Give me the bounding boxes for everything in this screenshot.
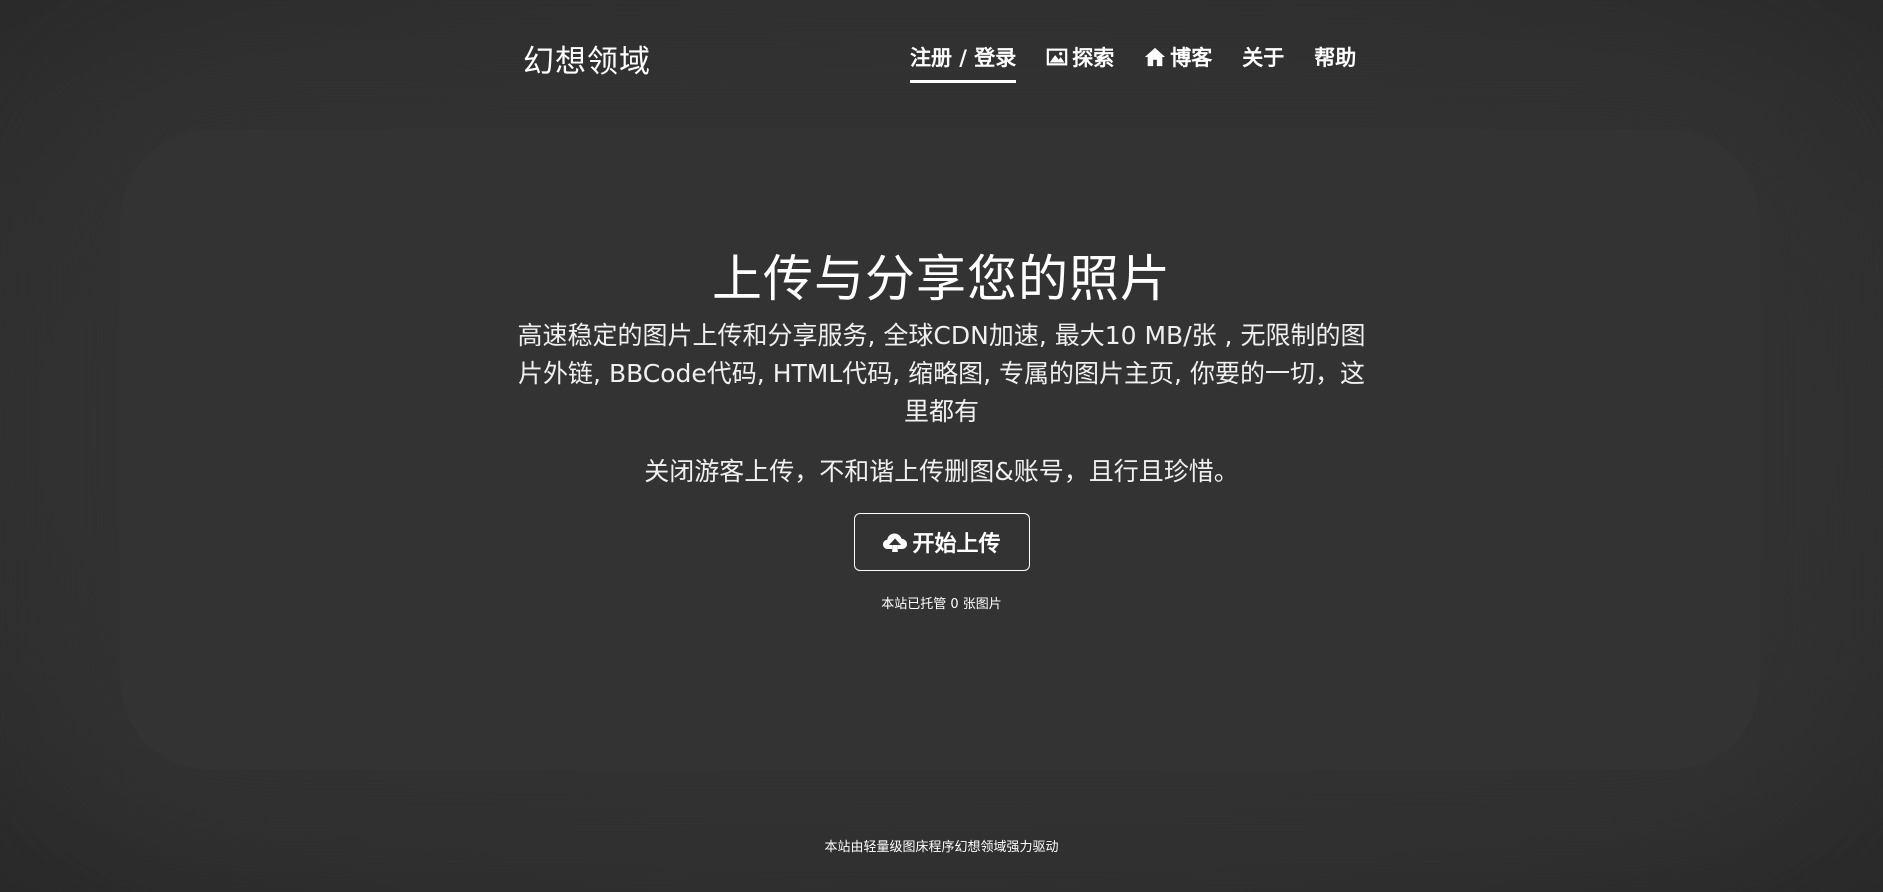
home-icon [1144, 46, 1166, 68]
top-navigation-bar: 幻想领域 注册 / 登录 探索 博客 关于 帮助 [0, 0, 1883, 100]
start-upload-label: 开始上传 [912, 531, 1001, 556]
nav-help-label: 帮助 [1314, 46, 1357, 70]
nav-blog[interactable]: 博客 [1144, 40, 1212, 74]
nav-about-label: 关于 [1242, 46, 1285, 70]
start-upload-button[interactable]: 开始上传 [853, 513, 1030, 571]
hero-description: 高速稳定的图片上传和分享服务, 全球CDN加速, 最大10 MB/张 , 无限制… [517, 321, 1366, 426]
main-nav: 注册 / 登录 探索 博客 关于 帮助 [910, 40, 1386, 83]
hosted-image-count: 本站已托管 0 张图片 [881, 597, 1002, 612]
nav-register-login-label: 注册 / 登录 [910, 46, 1017, 70]
nav-explore-label: 探索 [1072, 46, 1115, 70]
nav-help[interactable]: 帮助 [1314, 40, 1356, 74]
cloud-upload-icon [882, 529, 908, 555]
hero-notice: 关闭游客上传，不和谐上传删图&账号，且行且珍惜。 [644, 457, 1239, 486]
nav-register-login[interactable]: 注册 / 登录 [910, 40, 1017, 83]
footer: 本站由轻量级图床程序幻想领域强力驱动 [0, 836, 1883, 855]
nav-explore[interactable]: 探索 [1046, 40, 1114, 74]
site-logo-text[interactable]: 幻想领域 [523, 36, 651, 81]
nav-about[interactable]: 关于 [1242, 40, 1284, 74]
footer-text: 本站由轻量级图床程序幻想领域强力驱动 [824, 840, 1059, 855]
hero-title: 上传与分享您的照片 [712, 250, 1171, 308]
hero-section: 上传与分享您的照片 高速稳定的图片上传和分享服务, 全球CDN加速, 最大10 … [0, 245, 1883, 612]
image-icon [1046, 46, 1068, 68]
nav-blog-label: 博客 [1170, 46, 1213, 70]
